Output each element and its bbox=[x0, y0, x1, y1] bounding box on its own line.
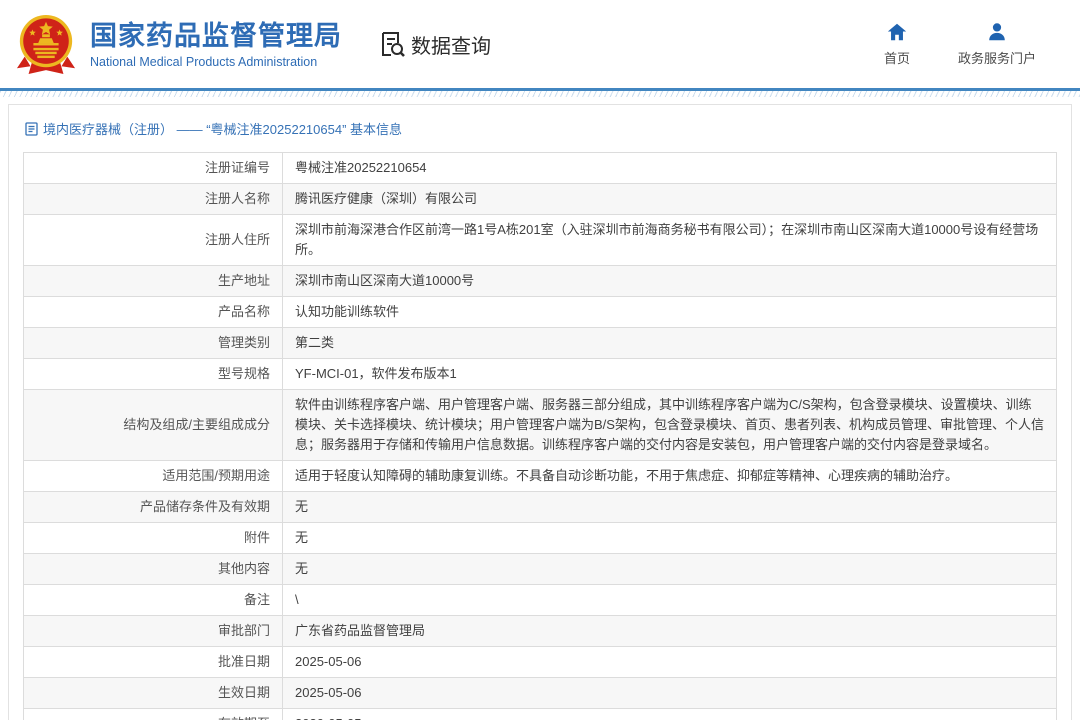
row-label: 有效期至 bbox=[24, 709, 283, 720]
row-value: 深圳市南山区深南大道10000号 bbox=[283, 266, 1057, 297]
row-label: 适用范围/预期用途 bbox=[24, 461, 283, 492]
row-value: 2030-05-05 bbox=[283, 709, 1057, 720]
row-value: 腾讯医疗健康（深圳）有限公司 bbox=[283, 184, 1057, 215]
table-row: 注册人住所深圳市前海深港合作区前湾一路1号A栋201室（入驻深圳市前海商务秘书有… bbox=[24, 215, 1057, 266]
table-row: 备注\ bbox=[24, 585, 1057, 616]
row-value: 认知功能训练软件 bbox=[283, 297, 1057, 328]
table-row: 有效期至2030-05-05 bbox=[24, 709, 1057, 720]
row-label: 生效日期 bbox=[24, 678, 283, 709]
row-value: 无 bbox=[283, 523, 1057, 554]
site-header: 国家药品监督管理局 National Medical Products Admi… bbox=[0, 0, 1080, 88]
row-value: 软件由训练程序客户端、用户管理客户端、服务器三部分组成，其中训练程序客户端为C/… bbox=[283, 390, 1057, 461]
data-query-icon bbox=[377, 29, 407, 59]
header-divider bbox=[0, 88, 1080, 97]
row-value: \ bbox=[283, 585, 1057, 616]
table-row: 结构及组成/主要组成成分软件由训练程序客户端、用户管理客户端、服务器三部分组成，… bbox=[24, 390, 1057, 461]
nav-home[interactable]: 首页 bbox=[884, 21, 910, 67]
table-row: 其他内容无 bbox=[24, 554, 1057, 585]
row-label: 型号规格 bbox=[24, 359, 283, 390]
table-row: 注册证编号粤械注准20252210654 bbox=[24, 153, 1057, 184]
table-row: 生效日期2025-05-06 bbox=[24, 678, 1057, 709]
row-label: 注册人住所 bbox=[24, 215, 283, 266]
table-row: 注册人名称腾讯医疗健康（深圳）有限公司 bbox=[24, 184, 1057, 215]
table-row: 生产地址深圳市南山区深南大道10000号 bbox=[24, 266, 1057, 297]
row-value: 深圳市前海深港合作区前湾一路1号A栋201室（入驻深圳市前海商务秘书有限公司）；… bbox=[283, 215, 1057, 266]
row-label: 管理类别 bbox=[24, 328, 283, 359]
header-nav: 首页 政务服务门户 bbox=[884, 21, 1050, 67]
table-row: 型号规格YF-MCI-01，软件发布版本1 bbox=[24, 359, 1057, 390]
row-value: 粤械注准20252210654 bbox=[283, 153, 1057, 184]
row-value: 无 bbox=[283, 554, 1057, 585]
national-emblem-icon bbox=[15, 12, 77, 76]
row-label: 其他内容 bbox=[24, 554, 283, 585]
document-icon bbox=[25, 122, 38, 136]
row-value: 第二类 bbox=[283, 328, 1057, 359]
row-value: 适用于轻度认知障碍的辅助康复训练。不具备自动诊断功能，不用于焦虑症、抑郁症等精神… bbox=[283, 461, 1057, 492]
row-value: 2025-05-06 bbox=[283, 678, 1057, 709]
table-row: 批准日期2025-05-06 bbox=[24, 647, 1057, 678]
site-subtitle: National Medical Products Administration bbox=[90, 55, 342, 69]
breadcrumb-text: 境内医疗器械（注册） —— “粤械注准20252210654” 基本信息 bbox=[43, 119, 402, 138]
nav-gov-portal[interactable]: 政务服务门户 bbox=[958, 21, 1036, 67]
home-icon bbox=[886, 21, 908, 43]
table-row: 审批部门广东省药品监督管理局 bbox=[24, 616, 1057, 647]
row-value: 广东省药品监督管理局 bbox=[283, 616, 1057, 647]
row-label: 产品名称 bbox=[24, 297, 283, 328]
table-row: 产品储存条件及有效期无 bbox=[24, 492, 1057, 523]
row-label: 注册证编号 bbox=[24, 153, 283, 184]
user-icon bbox=[986, 21, 1008, 43]
row-value: YF-MCI-01，软件发布版本1 bbox=[283, 359, 1057, 390]
row-value: 2025-05-06 bbox=[283, 647, 1057, 678]
row-label: 注册人名称 bbox=[24, 184, 283, 215]
site-title: 国家药品监督管理局 bbox=[90, 20, 342, 52]
data-query-label: 数据查询 bbox=[411, 30, 491, 59]
table-row: 管理类别第二类 bbox=[24, 328, 1057, 359]
breadcrumb: 境内医疗器械（注册） —— “粤械注准20252210654” 基本信息 bbox=[9, 105, 1071, 150]
table-row: 产品名称认知功能训练软件 bbox=[24, 297, 1057, 328]
table-row: 附件无 bbox=[24, 523, 1057, 554]
detail-panel: 境内医疗器械（注册） —— “粤械注准20252210654” 基本信息 注册证… bbox=[8, 104, 1072, 720]
nav-gov-portal-label: 政务服务门户 bbox=[958, 48, 1036, 67]
row-label: 附件 bbox=[24, 523, 283, 554]
row-value: 无 bbox=[283, 492, 1057, 523]
row-label: 备注 bbox=[24, 585, 283, 616]
nav-home-label: 首页 bbox=[884, 48, 910, 67]
nmpa-logo[interactable]: 国家药品监督管理局 National Medical Products Admi… bbox=[15, 12, 342, 76]
row-label: 结构及组成/主要组成成分 bbox=[24, 390, 283, 461]
site-title-block: 国家药品监督管理局 National Medical Products Admi… bbox=[90, 20, 342, 69]
data-query-tab[interactable]: 数据查询 bbox=[377, 29, 491, 59]
row-label: 审批部门 bbox=[24, 616, 283, 647]
main-content: 境内医疗器械（注册） —— “粤械注准20252210654” 基本信息 注册证… bbox=[0, 97, 1080, 720]
table-row: 适用范围/预期用途适用于轻度认知障碍的辅助康复训练。不具备自动诊断功能，不用于焦… bbox=[24, 461, 1057, 492]
row-label: 产品储存条件及有效期 bbox=[24, 492, 283, 523]
registration-table: 注册证编号粤械注准20252210654注册人名称腾讯医疗健康（深圳）有限公司注… bbox=[23, 152, 1057, 720]
row-label: 生产地址 bbox=[24, 266, 283, 297]
registration-table-body: 注册证编号粤械注准20252210654注册人名称腾讯医疗健康（深圳）有限公司注… bbox=[24, 153, 1057, 720]
row-label: 批准日期 bbox=[24, 647, 283, 678]
